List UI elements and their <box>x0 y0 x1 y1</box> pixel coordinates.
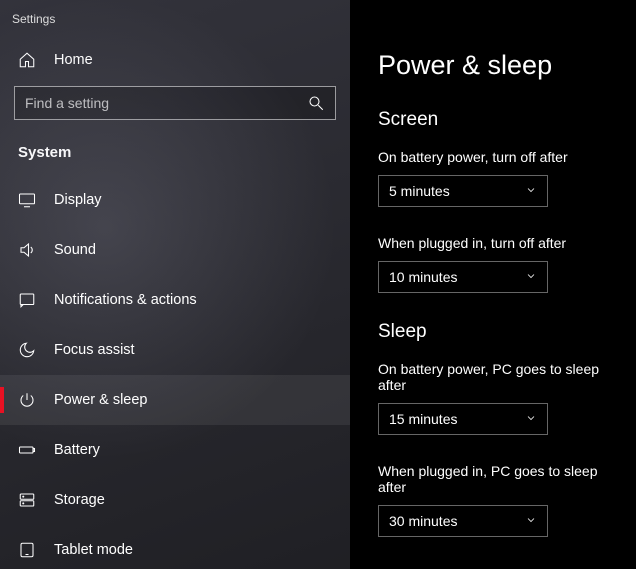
select-value: 10 minutes <box>389 269 457 285</box>
nav-list: Display Sound Notifications & actions Focus… <box>0 175 350 569</box>
page-title: Power & sleep <box>378 50 608 81</box>
nav-item-power-sleep[interactable]: Power & sleep <box>0 375 350 425</box>
nav-item-tablet-mode[interactable]: Tablet mode <box>0 525 350 569</box>
dropdown-select[interactable]: 5 minutes <box>378 175 548 207</box>
nav-item-display[interactable]: Display <box>0 175 350 225</box>
nav-item-storage[interactable]: Storage <box>0 475 350 525</box>
home-label: Home <box>54 52 93 68</box>
nav-item-label: Sound <box>54 242 96 258</box>
select-value: 30 minutes <box>389 513 457 529</box>
search-icon <box>307 94 325 112</box>
home-icon <box>18 51 36 69</box>
sidebar: Settings Home System Display Sound Notific… <box>0 0 350 569</box>
power-icon <box>18 391 36 409</box>
chevron-down-icon <box>525 513 537 529</box>
search-input[interactable] <box>25 95 307 111</box>
dropdown-select[interactable]: 30 minutes <box>378 505 548 537</box>
search-input-container[interactable] <box>14 86 336 120</box>
sound-icon <box>18 241 36 259</box>
field-label: When plugged in, turn off after <box>378 235 608 251</box>
field-label: When plugged in, PC goes to sleep after <box>378 463 608 495</box>
window-title: Settings <box>0 8 350 40</box>
nav-item-label: Tablet mode <box>54 542 133 558</box>
group-title: Screen <box>378 109 608 131</box>
nav-item-label: Display <box>54 192 102 208</box>
settings-group: Sleep On battery power, PC goes to sleep … <box>378 321 608 537</box>
chevron-down-icon <box>525 269 537 285</box>
nav-item-label: Battery <box>54 442 100 458</box>
display-icon <box>18 191 36 209</box>
nav-item-focus-assist[interactable]: Focus assist <box>0 325 350 375</box>
section-title: System <box>0 134 350 175</box>
select-value: 15 minutes <box>389 411 457 427</box>
nav-item-label: Power & sleep <box>54 392 148 408</box>
main-content: Power & sleep Screen On battery power, tu… <box>350 0 636 569</box>
nav-item-sound[interactable]: Sound <box>0 225 350 275</box>
chevron-down-icon <box>525 411 537 427</box>
select-value: 5 minutes <box>389 183 450 199</box>
field-label: On battery power, turn off after <box>378 149 608 165</box>
nav-item-label: Notifications & actions <box>54 292 197 308</box>
focus-icon <box>18 341 36 359</box>
storage-icon <box>18 491 36 509</box>
battery-icon <box>18 441 36 459</box>
home-button[interactable]: Home <box>0 40 350 80</box>
nav-item-battery[interactable]: Battery <box>0 425 350 475</box>
tablet-icon <box>18 541 36 559</box>
nav-item-label: Storage <box>54 492 105 508</box>
group-title: Sleep <box>378 321 608 343</box>
nav-item-label: Focus assist <box>54 342 135 358</box>
chevron-down-icon <box>525 183 537 199</box>
field-label: On battery power, PC goes to sleep after <box>378 361 608 393</box>
notifications-icon <box>18 291 36 309</box>
nav-item-notifications-actions[interactable]: Notifications & actions <box>0 275 350 325</box>
dropdown-select[interactable]: 15 minutes <box>378 403 548 435</box>
dropdown-select[interactable]: 10 minutes <box>378 261 548 293</box>
settings-group: Screen On battery power, turn off after 5 … <box>378 109 608 293</box>
